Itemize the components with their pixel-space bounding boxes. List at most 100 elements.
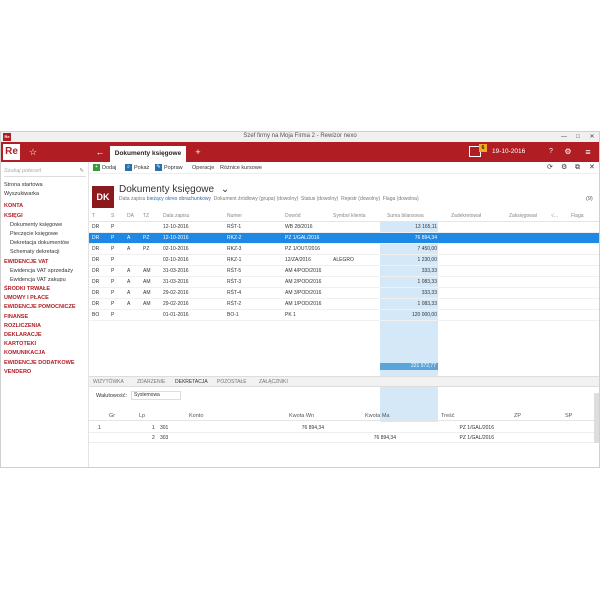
column-header[interactable]: Symbol klienta <box>333 213 366 219</box>
sidebar-item-vendero[interactable]: VENDERO <box>1 368 89 377</box>
sidebar-item-środki-trwałe[interactable]: ŚRODKI TRWAŁE <box>1 285 89 294</box>
sidebar-item-ewidencja-vat-sprzedaży[interactable]: Ewidencja VAT sprzedaży <box>1 267 89 276</box>
column-header[interactable]: Numer <box>227 213 242 219</box>
tab-pozostałe[interactable]: POZOSTAŁE <box>217 379 247 385</box>
sidebar-item-umowy-i-płace[interactable]: UMOWY I PŁACE <box>1 294 89 303</box>
tab-zdarzenie[interactable]: ZDARZENIE <box>137 379 165 385</box>
posting-column-header[interactable]: Kwota Wn <box>289 413 314 419</box>
chevron-down-icon[interactable]: ⌄ <box>221 184 229 195</box>
sidebar-item-ewidencje-pomocnicze[interactable]: EWIDENCJE POMOCNICZE <box>1 303 89 312</box>
star-icon[interactable]: ☆ <box>27 145 39 159</box>
column-header[interactable]: TZ <box>143 213 149 219</box>
minimize-button[interactable]: — <box>557 132 571 142</box>
view-settings-icon[interactable]: ⚙ <box>561 163 567 173</box>
sidebar-item-ewidencja-vat-zakupu[interactable]: Ewidencja VAT zakupu <box>1 276 89 285</box>
table-cell: PZ <box>143 246 150 252</box>
sidebar-item-schematy-dekretacji[interactable]: Schematy dekretacji <box>1 248 89 257</box>
pin-icon[interactable]: ✎ <box>79 165 84 177</box>
sidebar-item-dekretacja-dokumentów[interactable]: Dekretacja dokumentów <box>1 239 89 248</box>
posting-column-header[interactable]: Gr <box>109 413 115 419</box>
table-row[interactable]: DR P A AM 31-03-2016 RŚT-5 AM 4/POD/2016 333,33 <box>89 266 599 277</box>
table-cell: P <box>111 312 115 318</box>
app-logo[interactable]: Re <box>3 144 20 160</box>
sidebar: Szukaj poleceń ✎ Strona startowa Wyszukiw… <box>1 162 89 467</box>
column-header[interactable]: Data zapisu <box>163 213 189 219</box>
table-row[interactable]: DR P 12-10-2016 RŚT-1 WB 28/2016 13 165,11 <box>89 222 599 233</box>
column-header[interactable]: S <box>111 213 114 219</box>
refresh-icon[interactable]: ⟳ <box>547 163 553 173</box>
sidebar-item-dokumenty-księgowe[interactable]: Dokumenty księgowe <box>1 221 89 230</box>
filter-date-value[interactable]: bieżący okres obrachunkowy <box>147 196 211 202</box>
column-header[interactable]: Suma bilansowa <box>387 213 424 219</box>
posting-row[interactable]: 2 303 76 894,34 PZ 1/GAL/2016 <box>89 433 594 443</box>
table-cell: A <box>127 235 131 241</box>
posting-column-header[interactable]: Lp <box>139 413 145 419</box>
edit-button[interactable]: ✎ Popraw <box>155 163 183 173</box>
table-row[interactable]: DR P A AM 31-03-2016 RŚT-3 AM 2/POD/2016 1 083,… <box>89 277 599 288</box>
table-cell: RKZ-1 <box>227 257 242 263</box>
back-arrow-icon[interactable]: ← <box>93 145 107 159</box>
sidebar-item-pieczęcie-księgowe[interactable]: Pieczęcie księgowe <box>1 230 89 239</box>
tab-wizytówka[interactable]: WIZYTÓWKA <box>93 379 124 385</box>
sidebar-item-deklaracje[interactable]: DEKLARACJE <box>1 331 89 340</box>
exchange-differences-button[interactable]: Różnice kursowe <box>220 163 262 173</box>
magnifier-icon: ⌕ <box>125 164 132 172</box>
sidebar-item-komunikacja[interactable]: KOMUNIKACJA <box>1 349 89 358</box>
search-placeholder: Szukaj poleceń <box>4 168 42 174</box>
column-header[interactable]: Dowód <box>285 213 301 219</box>
tab-załączniki[interactable]: ZAŁĄCZNIKI <box>259 379 288 385</box>
column-header[interactable]: T <box>92 213 95 219</box>
table-row[interactable]: DR P A AM 29-02-2016 RŚT-4 AM 3/POD/2016 333,33 <box>89 288 599 299</box>
posting-column-header[interactable]: ZP <box>514 413 521 419</box>
posting-column-header[interactable]: Kwota Ma <box>365 413 389 419</box>
filter-status[interactable]: Status (dowolny) <box>301 196 338 202</box>
posting-column-header[interactable]: SP <box>565 413 572 419</box>
table-row[interactable]: DR P A PZ 02-10-2016 RKZ-3 PZ 1/OUT/2016 7 450,… <box>89 244 599 255</box>
column-header[interactable]: √... <box>551 213 558 219</box>
filter-register[interactable]: Rejestr (dowolny) <box>341 196 380 202</box>
filter-bar: Data zapisu bieżący okres obrachunkowy D… <box>119 196 419 202</box>
filter-flag[interactable]: Flaga (dowolna) <box>383 196 419 202</box>
help-icon[interactable]: ? <box>546 145 556 159</box>
table-row[interactable]: DR P A PZ 12-10-2016 RKZ-2 PZ 1/GAL/2016 76 894… <box>89 233 599 244</box>
show-button[interactable]: ⌕ Pokaż <box>125 163 149 173</box>
undock-icon[interactable]: ⧉ <box>575 163 580 173</box>
operations-button[interactable]: Operacje <box>192 163 214 173</box>
gear-icon[interactable]: ⚙ <box>563 145 573 159</box>
sidebar-item-strona-startowa[interactable]: Strona startowa <box>1 181 89 190</box>
currency-value[interactable]: Systemowa <box>131 391 181 400</box>
table-cell: P <box>111 290 115 296</box>
column-header[interactable]: Zaksięgował <box>509 213 537 219</box>
current-date[interactable]: 19-10-2016 <box>492 148 525 155</box>
add-tab-icon[interactable]: + <box>192 145 204 159</box>
sidebar-item-konta[interactable]: KONTA <box>1 202 89 211</box>
table-cell: A <box>127 301 131 307</box>
sidebar-item-wyszukiwarka[interactable]: Wyszukiwarka <box>1 190 89 199</box>
filter-source-document[interactable]: Dokument źródłowy (grupa) (dowolny) <box>214 196 298 202</box>
sidebar-item-finanse[interactable]: FINANSE <box>1 313 89 322</box>
sidebar-item-księgi[interactable]: KSIĘGI <box>1 212 89 221</box>
close-tab-icon[interactable]: ✕ <box>589 163 595 173</box>
posting-column-header[interactable]: Treść <box>441 413 455 419</box>
table-row[interactable]: DR P 02-10-2016 RKZ-1 12/ZA/2016 ALEGRO 1 230,… <box>89 255 599 266</box>
sidebar-item-ewidencje-vat[interactable]: EWIDENCJE VAT <box>1 258 89 267</box>
table-row[interactable]: BO P 01-01-2016 BO-1 PK 1 120 000,00 <box>89 310 599 321</box>
hamburger-menu-icon[interactable]: ≡ <box>582 145 594 159</box>
column-header[interactable]: Flaga <box>571 213 584 219</box>
add-button[interactable]: + Dodaj <box>93 163 116 173</box>
vertical-scrollbar[interactable] <box>594 393 599 443</box>
posting-column-header[interactable]: Konto <box>189 413 203 419</box>
sidebar-item-ewidencje-dodatkowe[interactable]: EWIDENCJE DODATKOWE <box>1 359 89 368</box>
search-commands-input[interactable]: Szukaj poleceń ✎ <box>4 165 86 177</box>
sidebar-item-rozliczenia[interactable]: ROZLICZENIA <box>1 322 89 331</box>
sidebar-item-kartoteki[interactable]: KARTOTEKI <box>1 340 89 349</box>
table-row[interactable]: DR P A AM 29-02-2016 RŚT-2 AM 1/POD/2016 1 083,… <box>89 299 599 310</box>
tab-dekretacja[interactable]: DEKRETACJA <box>175 379 208 385</box>
posting-row[interactable]: 1 1 301 76 894,34 PZ 1/GAL/2016 <box>89 423 594 433</box>
maximize-button[interactable]: □ <box>571 132 585 142</box>
close-window-button[interactable]: ✕ <box>585 132 599 142</box>
column-header[interactable]: DA <box>127 213 134 219</box>
page-title[interactable]: Dokumenty księgowe ⌄ <box>119 184 229 195</box>
column-header[interactable]: Zadekretował <box>451 213 481 219</box>
tab-dokumenty-ksiegowe[interactable]: Dokumenty księgowe <box>110 146 186 162</box>
